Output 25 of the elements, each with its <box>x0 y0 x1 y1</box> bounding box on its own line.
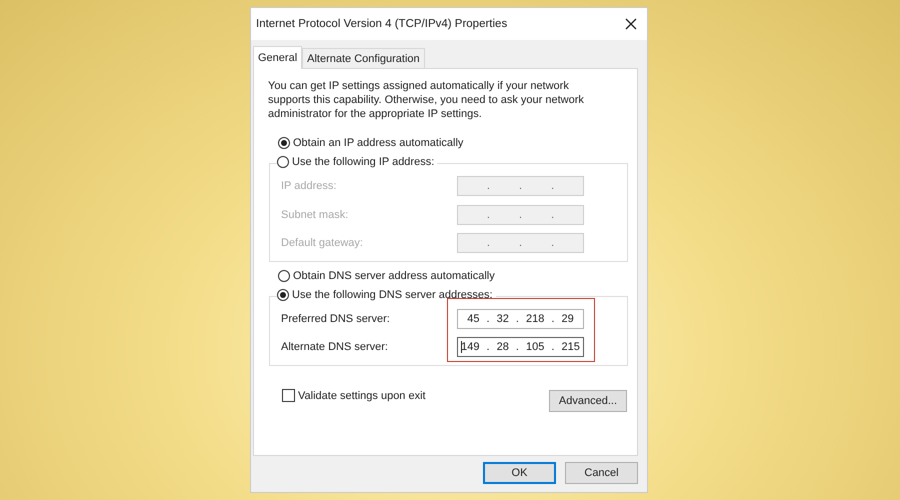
field-label: Default gateway: <box>281 237 363 250</box>
field-label: IP address: <box>281 180 336 192</box>
radio-label: Use the following DNS server addresses: <box>292 288 493 300</box>
dialog-button[interactable]: Cancel <box>565 462 638 484</box>
radio-button[interactable] <box>278 137 290 149</box>
field-label: Preferred DNS server: <box>281 312 390 325</box>
radio-label: Obtain DNS server address automatically <box>293 270 495 282</box>
radio-button[interactable] <box>277 156 289 168</box>
field-label: Subnet mask: <box>281 208 348 221</box>
intro-text: You can get IP settings assigned automatically if your network supports this capability. Otherwise, you need to ask your network administrator for the appropriate IP settings. <box>268 79 585 121</box>
ip-address-field[interactable]: 149 . 28 . 105 . 215 <box>457 337 584 358</box>
checkbox-label: Validate settings upon exit <box>298 390 426 402</box>
tab[interactable]: Alternate Configuration <box>302 48 425 68</box>
ip-address-field[interactable]: 45 . 32 . 218 . 29 <box>457 308 584 329</box>
window-title: Internet Protocol Version 4 (TCP/IPv4) Properties <box>256 18 508 30</box>
radio-label: Obtain an IP address automatically <box>293 137 464 149</box>
tab[interactable]: General <box>253 46 302 69</box>
dialog-button[interactable]: OK <box>483 462 556 484</box>
radio-button[interactable] <box>278 270 290 282</box>
radio-button[interactable] <box>277 288 289 300</box>
close-icon[interactable] <box>625 18 637 30</box>
checkbox[interactable] <box>282 389 295 402</box>
radio-label: Use the following IP address: <box>292 156 434 168</box>
advanced-button[interactable]: Advanced... <box>548 390 627 412</box>
field-label: Alternate DNS server: <box>281 341 388 354</box>
